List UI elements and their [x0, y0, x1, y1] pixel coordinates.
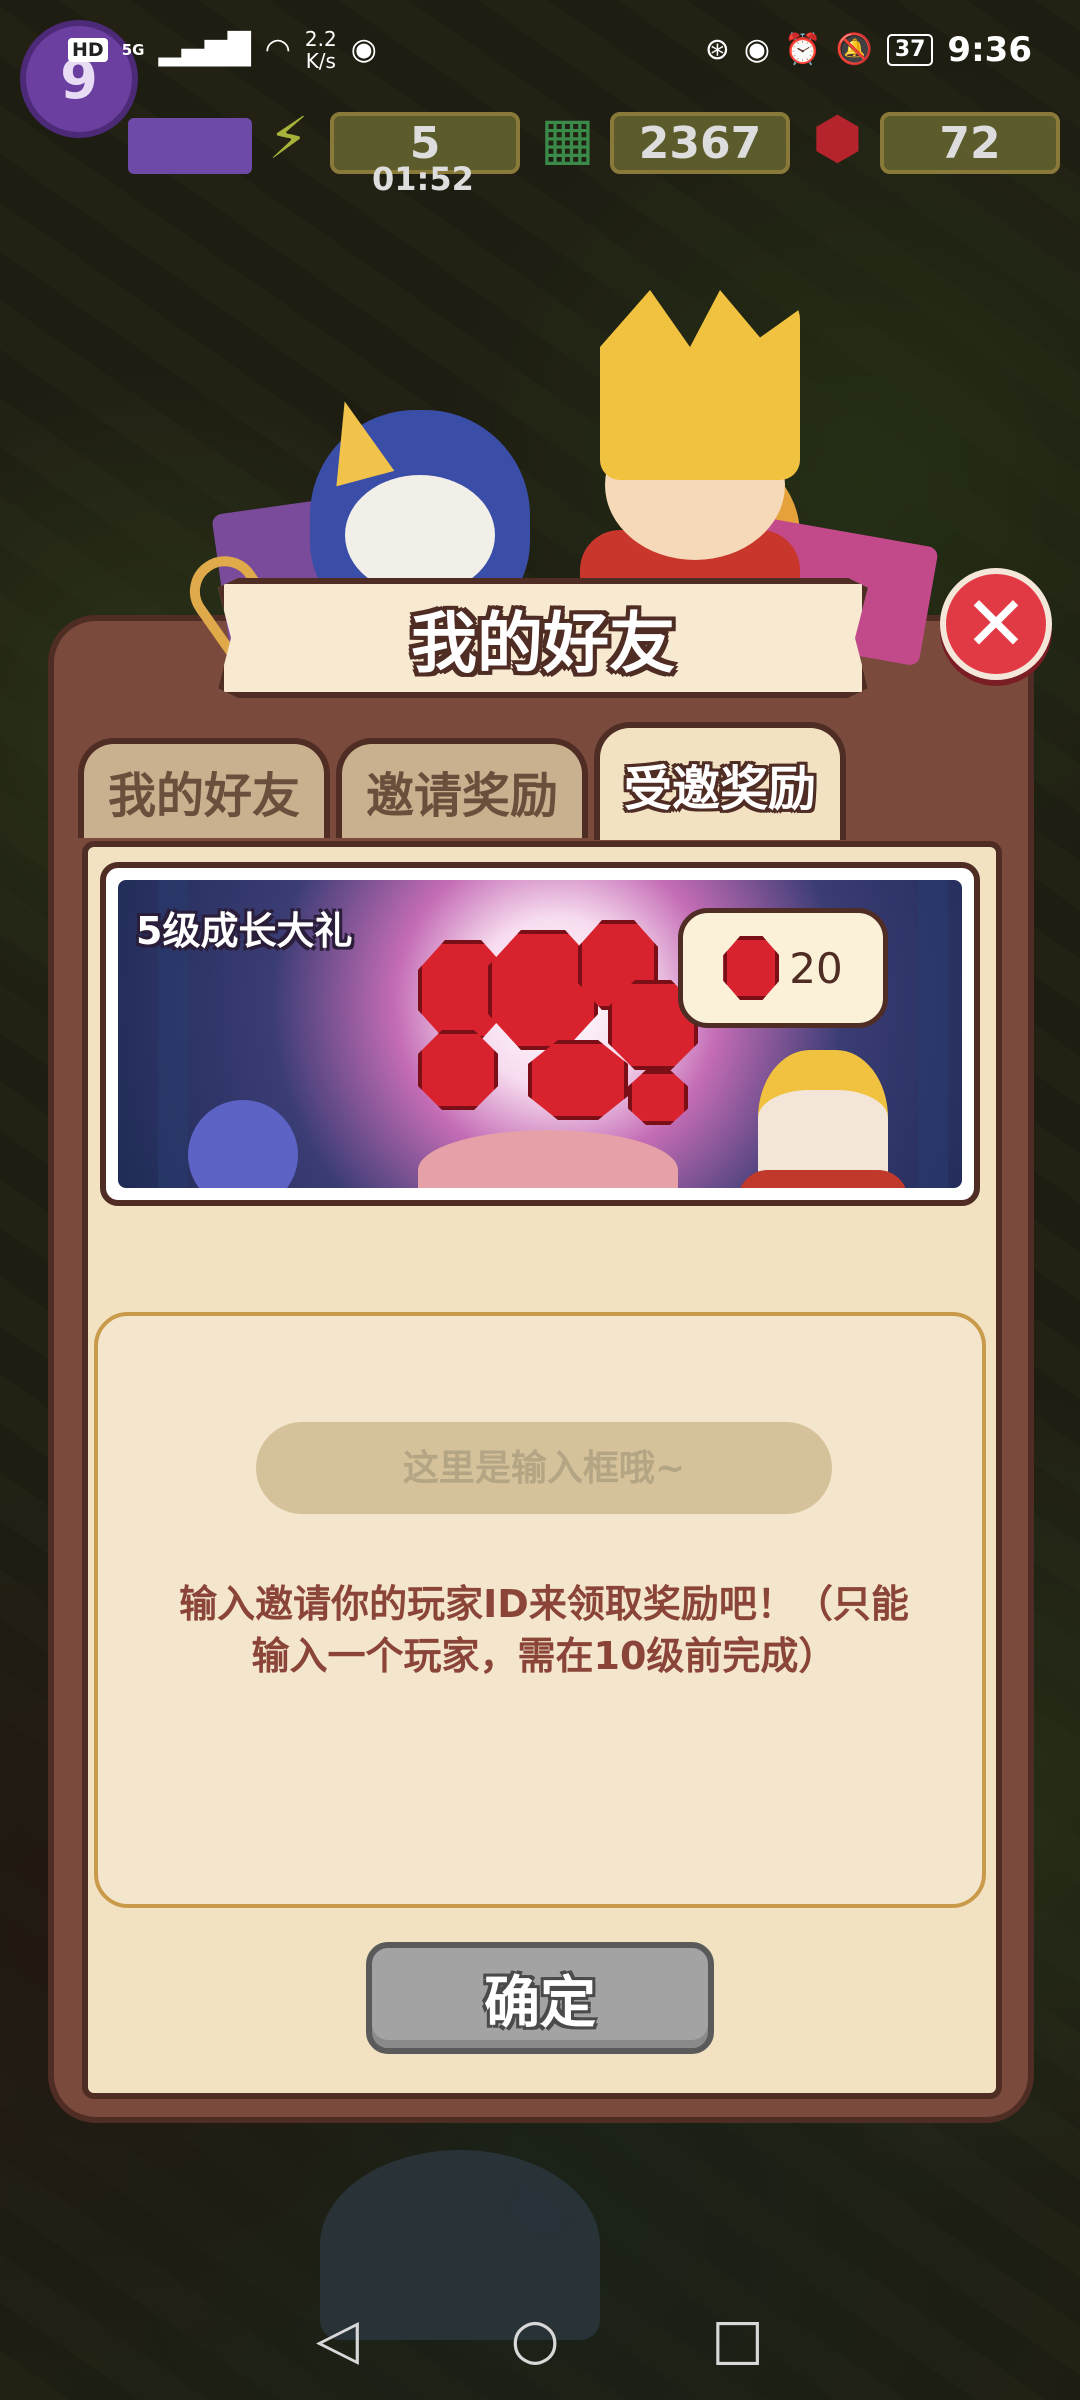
gem-icon — [723, 936, 780, 1000]
tab-invite-rewards[interactable]: 邀请奖励 — [336, 738, 588, 838]
dialog-title: 我的好友 — [411, 605, 675, 682]
invite-code-card: 输入邀请你的玩家ID来领取奖励吧！（只能输入一个玩家，需在10级前完成） — [94, 1312, 986, 1908]
dialog-title-banner: 我的好友 — [218, 578, 868, 698]
pillar-decoration — [918, 880, 948, 1188]
energy-timer: 01:52 — [372, 160, 474, 198]
reward-banner: 5级成长大礼 20 — [100, 862, 980, 1206]
recents-icon[interactable]: □ — [711, 2312, 764, 2368]
mute-icon: 🔕 — [835, 32, 873, 67]
pedestal-illustration — [418, 1130, 678, 1188]
gem-value: 72 — [939, 117, 1001, 169]
status-bar: HD 5G ▂▄▆█ ◠ 2.2 K/s ◉ ⊛ ◉ ⏰ 🔕 37 9:36 — [0, 0, 1080, 100]
gem-counter[interactable]: 72 — [880, 112, 1060, 174]
reward-title: 5级成长大礼 — [136, 909, 353, 953]
eye-comfort-icon: ◉ — [743, 32, 771, 67]
back-icon[interactable]: ◁ — [316, 2312, 359, 2368]
network-speed: 2.2 K/s — [304, 27, 337, 73]
gem-icon — [418, 1030, 498, 1110]
hero-mage-illustration — [758, 1050, 888, 1188]
tab-invited-rewards[interactable]: 受邀奖励 — [594, 722, 846, 840]
confirm-button[interactable]: 确定 — [366, 1942, 714, 2054]
close-button[interactable]: ✕ — [940, 568, 1052, 680]
lightning-icon: ⚡ — [268, 104, 309, 172]
network-type: 5G — [121, 41, 145, 59]
tab-my-friends[interactable]: 我的好友 — [78, 738, 330, 838]
player-id-input[interactable] — [256, 1422, 832, 1514]
invite-hint-text: 输入邀请你的玩家ID来领取奖励吧！（只能输入一个玩家，需在10级前完成） — [179, 1582, 909, 1678]
confirm-label: 确定 — [484, 1970, 596, 2036]
cash-counter[interactable]: 2367 — [610, 112, 790, 174]
reward-illustration: 5级成长大礼 20 — [118, 880, 962, 1188]
nfc-icon: ⊛ — [704, 32, 730, 67]
cat-face — [345, 475, 495, 595]
reward-gem-count: 20 — [789, 943, 843, 993]
gem-icon — [628, 1070, 688, 1125]
alarm-icon: ⏰ — [784, 32, 822, 67]
system-nav-bar: ◁ ○ □ — [0, 2280, 1080, 2400]
level-progress-bar — [128, 118, 252, 174]
tab-label: 受邀奖励 — [623, 761, 816, 817]
close-icon: ✕ — [964, 579, 1028, 668]
gem-icon: ⬢ — [812, 104, 863, 172]
tab-label: 邀请奖励 — [365, 768, 558, 824]
cat-knight-illustration — [188, 1100, 298, 1188]
wifi-icon: ◠ — [264, 32, 291, 67]
cash-icon: ▦ — [540, 104, 595, 172]
signal-icon: ▂▄▆█ — [158, 32, 251, 67]
clock: 9:36 — [947, 30, 1032, 70]
crown-hat — [600, 290, 800, 480]
hero-mage-body — [738, 1170, 908, 1188]
home-icon[interactable]: ○ — [511, 2312, 560, 2368]
battery-icon: 37 — [886, 34, 934, 66]
hd-indicator: HD — [68, 38, 108, 62]
tab-label: 我的好友 — [107, 768, 300, 824]
cash-value: 2367 — [638, 117, 762, 169]
gem-icon — [528, 1040, 628, 1120]
app-notification-icon: ◉ — [350, 32, 377, 67]
reward-amount-bubble: 20 — [678, 908, 888, 1028]
